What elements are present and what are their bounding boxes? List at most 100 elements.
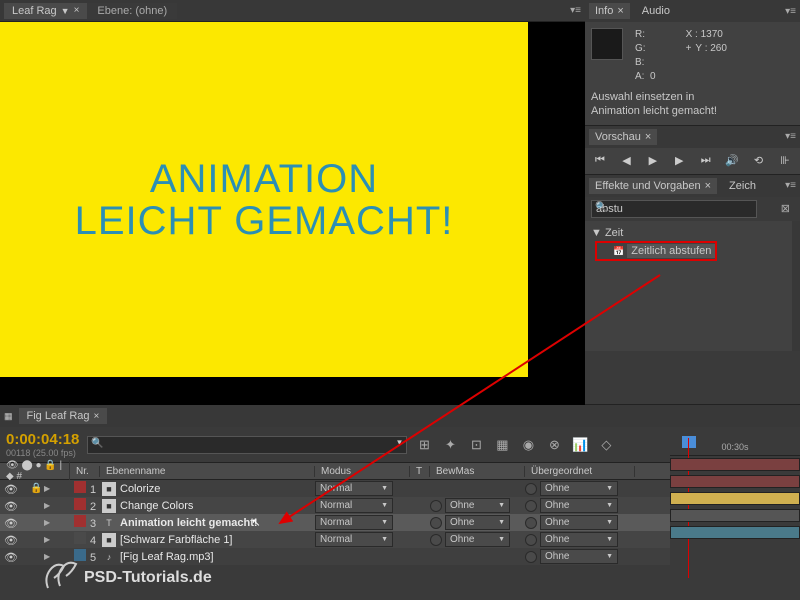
timeline-tab-bar: ▦ Fig Leaf Rag × [0,405,800,427]
color-swatch [591,28,623,60]
info-panel-tabs: Info× Audio ▾≡ [585,0,800,22]
search-icon: 🔍 [595,202,607,213]
track-matte-dropdown[interactable]: Ohne▼ [445,515,510,530]
col-parent[interactable]: Übergeordnet [525,466,635,477]
search-icon: 🔍 [91,438,103,449]
effects-tree[interactable]: ▼ Zeit 📅 Zeitlich abstufen [585,221,800,351]
effects-tab[interactable]: Effekte und Vorgaben× [589,178,717,194]
visibility-toggle[interactable]: 👁 [4,483,16,495]
layer-type-icon: T [102,516,116,530]
expand-arrow[interactable]: ▶ [44,501,54,510]
rgb-values: R: G: B: A: 0 [635,28,656,84]
layer-name[interactable]: Animation leicht gemacht! [120,517,258,529]
loop-button[interactable]: ⟲ [752,154,766,168]
time-ruler[interactable]: 00:30s [670,438,800,456]
col-visibility[interactable]: 👁 ⬤ ● 🔒 | ◆ # [0,460,70,482]
draft-3d-icon[interactable]: ✦ [441,436,459,454]
timecode-display[interactable]: 0:00:04:18 00118 (25.00 fps) [6,431,79,458]
lock-icon[interactable]: 🔒 [30,483,42,494]
layer-name[interactable]: [Fig Leaf Rag.mp3] [120,551,214,563]
clear-search-icon[interactable]: ⊠ [781,202,790,215]
audio-tab[interactable]: Audio [636,3,676,19]
dropdown-icon[interactable]: ▼ [61,6,70,16]
blend-mode-dropdown[interactable]: Normal▼ [315,532,393,547]
expand-arrow[interactable]: ▶ [44,535,54,544]
layer-type-icon: ■ [102,482,116,496]
close-icon[interactable]: × [74,5,80,16]
panel-menu-icon[interactable]: ▾≡ [570,5,581,16]
expand-arrow[interactable]: ▶ [44,518,54,527]
prev-frame-button[interactable]: ◀ [619,154,633,168]
parent-dropdown[interactable]: Ohne▼ [540,481,618,496]
visibility-toggle[interactable]: 👁 [4,551,16,563]
effects-panel-tabs: Effekte und Vorgaben× Zeich ▾≡ [585,175,800,197]
comp-tab[interactable]: Leaf Rag ▼ × [4,3,87,19]
visibility-toggle[interactable]: 👁 [4,500,16,512]
render-queue-icon[interactable]: ▦ [4,411,13,422]
col-bew[interactable]: BewMas [430,466,525,477]
dropdown-icon[interactable]: ▼ [395,438,403,447]
close-icon[interactable]: × [94,411,100,422]
track-matte-dropdown[interactable]: Ohne▼ [445,498,510,513]
next-frame-button[interactable]: ▶ [672,154,686,168]
play-button[interactable]: ▶ [646,154,660,168]
preview-tab[interactable]: Vorschau× [589,129,657,145]
last-frame-button[interactable]: ⏭ [699,154,713,168]
ram-preview-button[interactable]: ⊪ [778,154,792,168]
parent-dropdown[interactable]: Ohne▼ [540,498,618,513]
parent-pickwhip[interactable] [525,534,537,546]
track-matte-toggle[interactable] [430,500,442,512]
layer-name[interactable]: Change Colors [120,500,193,512]
effects-search-input[interactable] [591,200,757,218]
col-name[interactable]: Ebenenname [100,466,315,477]
info-tab[interactable]: Info× [589,3,630,19]
info-readout: R: G: B: A: 0 X : 1370 +Y : 260 [591,28,794,84]
char-tab[interactable]: Zeich [723,178,762,194]
track-matte-dropdown[interactable]: Ohne▼ [445,532,510,547]
tree-item-zeitlich-abstufen[interactable]: 📅 Zeitlich abstufen [595,241,717,261]
visibility-toggle[interactable]: 👁 [4,534,16,546]
info-message: Auswahl einsetzen in Animation leicht ge… [591,90,794,119]
parent-dropdown[interactable]: Ohne▼ [540,532,618,547]
first-frame-button[interactable]: ⏮ [593,154,607,168]
blend-mode-dropdown[interactable]: Normal▼ [315,481,393,496]
col-t[interactable]: T [410,466,430,477]
parent-dropdown[interactable]: Ohne▼ [540,549,618,564]
blend-mode-dropdown[interactable]: Normal▼ [315,498,393,513]
comp-tab-bar: Leaf Rag ▼ × Ebene: (ohne) ▾≡ [0,0,585,22]
graph-editor-icon[interactable]: 📊 [571,436,589,454]
brainstorm-icon[interactable]: ⊗ [545,436,563,454]
hide-shy-icon[interactable]: ⊡ [467,436,485,454]
col-nr[interactable]: Nr. [70,466,100,477]
parent-pickwhip[interactable] [525,500,537,512]
panel-menu-icon[interactable]: ▾≡ [785,131,796,142]
expand-arrow[interactable]: ▶ [44,484,54,493]
auto-keyframe-icon[interactable]: ◇ [597,436,615,454]
motion-blur-icon[interactable]: ◉ [519,436,537,454]
parent-pickwhip[interactable] [525,517,537,529]
frame-blend-icon[interactable]: ▦ [493,436,511,454]
timeline-tracks[interactable]: 00:30s [670,438,800,578]
visibility-toggle[interactable]: 👁 [4,517,16,529]
tree-category-time[interactable]: ▼ Zeit [591,225,786,241]
preview-panel-tabs: Vorschau× ▾≡ [585,126,800,148]
blend-mode-dropdown[interactable]: Normal▼ [315,515,393,530]
panel-menu-icon[interactable]: ▾≡ [785,180,796,191]
panel-menu-icon[interactable]: ▾≡ [785,6,796,17]
parent-pickwhip[interactable] [525,551,537,563]
composition-viewer[interactable]: ANIMATION LEICHT GEMACHT! [0,22,585,405]
col-mode[interactable]: Modus [315,466,410,477]
parent-pickwhip[interactable] [525,483,537,495]
timeline-search-input[interactable] [87,436,407,454]
expand-arrow[interactable]: ▶ [44,552,54,561]
canvas-text: ANIMATION LEICHT GEMACHT! [75,158,454,242]
layer-name[interactable]: [Schwarz Farbfläche 1] [120,534,233,546]
track-matte-toggle[interactable] [430,534,442,546]
track-matte-toggle[interactable] [430,517,442,529]
comp-flowchart-icon[interactable]: ⊞ [415,436,433,454]
layer-name[interactable]: Colorize [120,483,160,495]
playhead-handle[interactable] [682,436,696,448]
timeline-tab[interactable]: Fig Leaf Rag × [19,408,108,424]
mute-button[interactable]: 🔊 [725,154,739,168]
parent-dropdown[interactable]: Ohne▼ [540,515,618,530]
